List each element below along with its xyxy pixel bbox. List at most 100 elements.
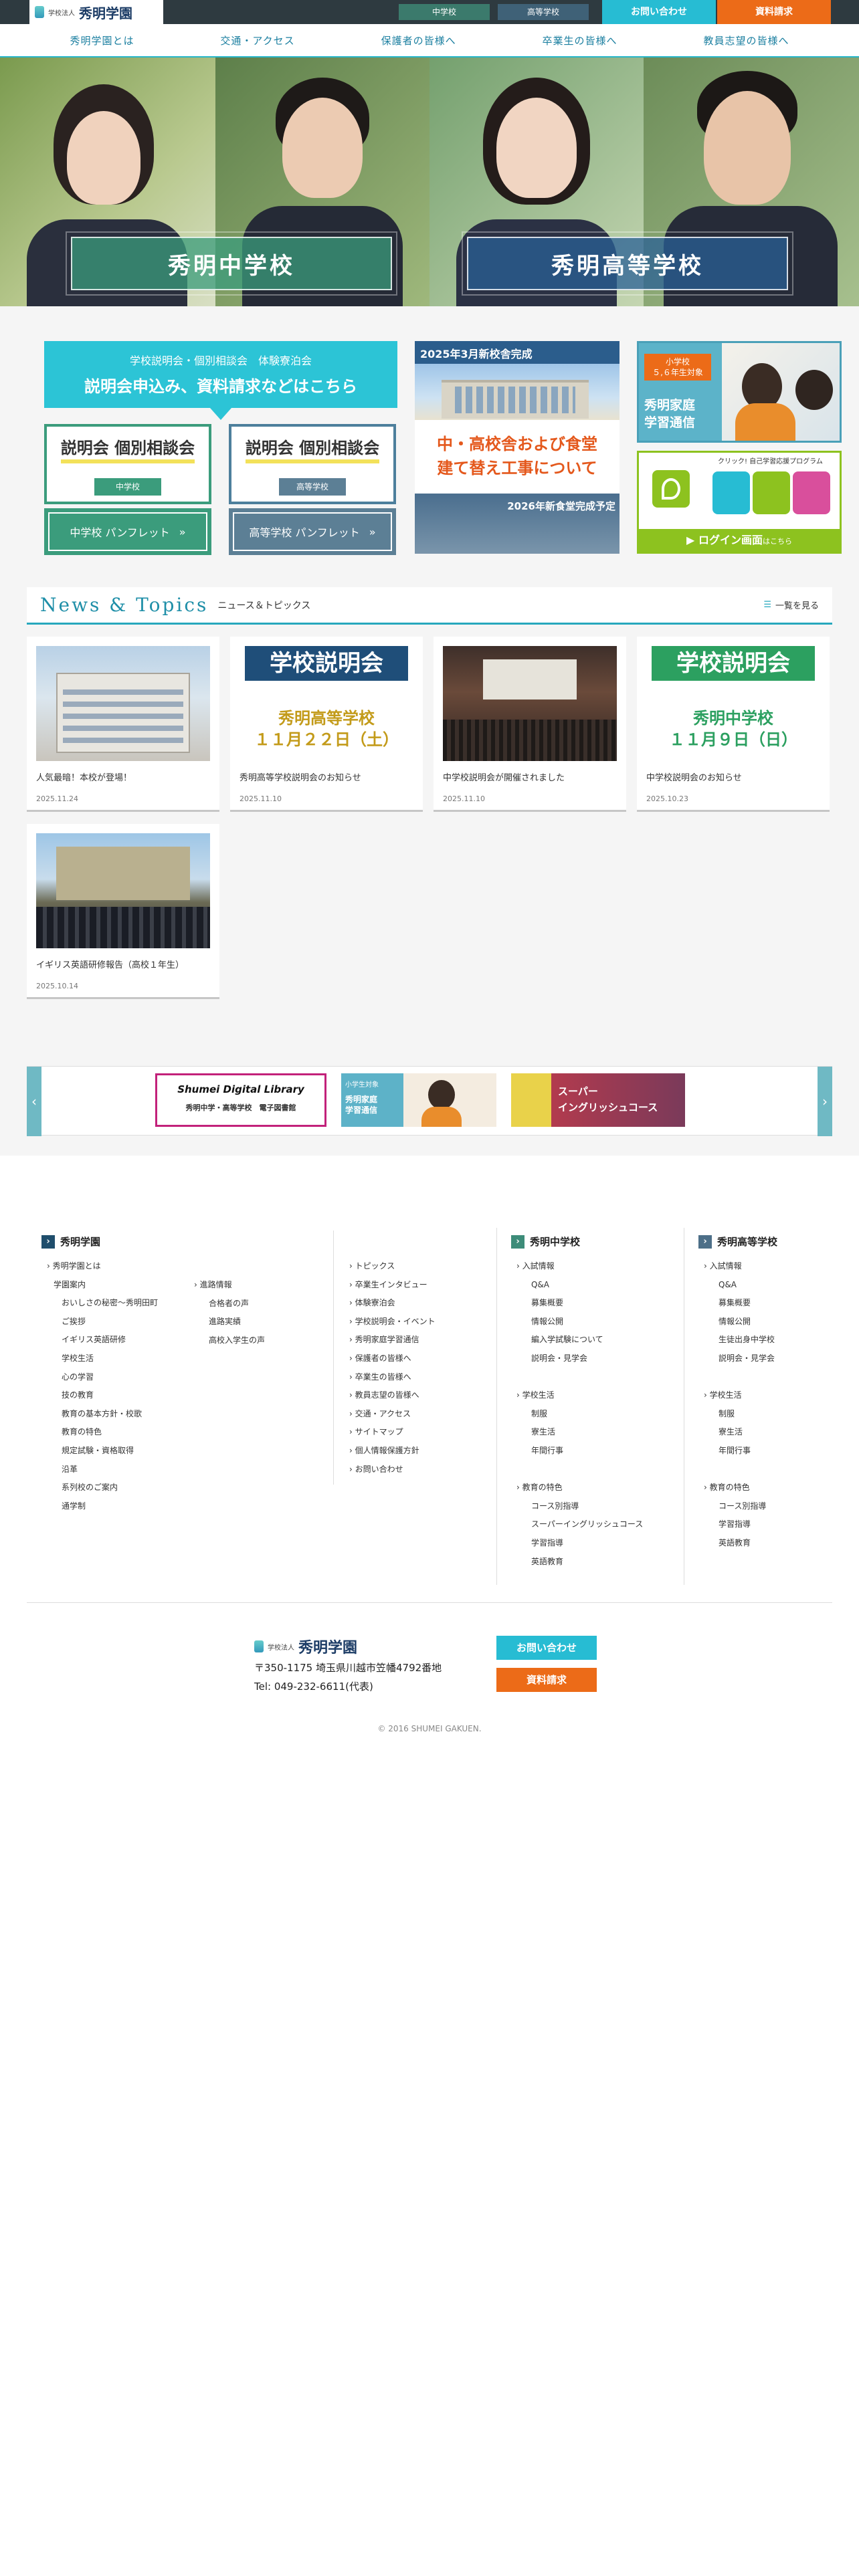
high-session-banner[interactable]: 説明会 個別相談会 高等学校 <box>229 424 396 504</box>
footer-link[interactable]: 情報公開 <box>516 1313 643 1331</box>
footer-link[interactable]: › 教員志望の皆様へ <box>349 1386 436 1405</box>
footer-link[interactable]: 英語教育 <box>704 1534 775 1553</box>
junior-school-link[interactable]: 中学校 <box>399 4 490 20</box>
footer-link[interactable]: 制服 <box>704 1405 775 1424</box>
footer-link[interactable]: おいしさの秘密〜秀明田町 <box>47 1294 158 1313</box>
footer-link[interactable]: 寮生活 <box>704 1423 775 1442</box>
footer-link[interactable]: › 進路情報 <box>194 1276 265 1295</box>
news-card[interactable]: イギリス英語研修報告（高校１年生） 2025.10.14 <box>27 824 219 999</box>
footer-link[interactable]: Q&A <box>704 1276 775 1295</box>
footer-link[interactable]: 規定試験・資格取得 <box>47 1442 158 1461</box>
footer-link[interactable]: › 学校説明会・イベント <box>349 1313 436 1331</box>
footer-link[interactable]: › 学校生活 <box>704 1386 775 1405</box>
footer-link[interactable]: › 卒業生インタビュー <box>349 1276 436 1295</box>
super-english-ad[interactable]: スーパー イングリッシュコース <box>511 1073 685 1127</box>
nav-access[interactable]: 交通・アクセス <box>220 33 294 47</box>
footer-link-label: コース別指導 <box>719 1501 767 1511</box>
nav-graduates[interactable]: 卒業生の皆様へ <box>543 33 617 47</box>
footer-link[interactable]: コース別指導 <box>704 1497 775 1516</box>
family-study-ad[interactable]: 小学生対象 秀明家庭 学習通信 <box>341 1073 496 1127</box>
footer-link[interactable]: コース別指導 <box>516 1497 643 1516</box>
high-pamphlet-banner[interactable]: 高等学校 パンフレット » <box>229 508 396 555</box>
footer-link[interactable]: Q&A <box>516 1276 643 1295</box>
footer-link[interactable]: 教育の特色 <box>47 1423 158 1442</box>
news-card[interactable]: 人気最暗！本校が登場！ 2025.11.24 <box>27 637 219 812</box>
footer-link[interactable]: › 秀明学園とは <box>47 1257 158 1276</box>
footer-link[interactable]: › 学校生活 <box>516 1386 643 1405</box>
footer-logo[interactable]: 学校法人 秀明学園 <box>254 1636 357 1657</box>
footer-link[interactable]: 年間行事 <box>704 1442 775 1461</box>
footer-link[interactable]: › トピックス <box>349 1257 436 1276</box>
footer-link[interactable]: 情報公開 <box>704 1313 775 1331</box>
footer-link[interactable]: 高校入学生の声 <box>194 1331 265 1350</box>
footer-gakuen-heading[interactable]: › 秀明学園 <box>41 1235 100 1249</box>
footer-link[interactable]: 英語教育 <box>516 1553 643 1572</box>
footer-link[interactable]: 説明会・見学会 <box>704 1350 775 1368</box>
hero-junior-label[interactable]: 秀明中学校 <box>66 231 397 296</box>
login-banner[interactable]: クリック! 自己学習応援プログラム ▶ ログイン画面はこちら <box>637 451 842 554</box>
footer-contact-button[interactable]: お問い合わせ <box>496 1636 597 1660</box>
footer-high-heading[interactable]: › 秀明高等学校 <box>698 1235 777 1249</box>
footer-link[interactable]: スーパーイングリッシュコース <box>516 1515 643 1534</box>
contact-button[interactable]: お問い合わせ <box>602 0 716 24</box>
footer-link[interactable]: 編入学試験について <box>516 1331 643 1350</box>
footer-link[interactable]: 学校生活 <box>47 1350 158 1368</box>
footer-link[interactable]: 系列校のご案内 <box>47 1479 158 1497</box>
request-docs-button[interactable]: 資料請求 <box>717 0 831 24</box>
footer-link[interactable]: › 入試情報 <box>516 1257 643 1276</box>
footer-link[interactable]: 通学制 <box>47 1497 158 1516</box>
footer-link[interactable]: 学園案内 <box>47 1276 158 1295</box>
footer-link[interactable]: › 入試情報 <box>704 1257 775 1276</box>
building-construction-banner[interactable]: 2025年3月新校舎完成 中・高校舎および食堂 建て替え工事について 2026年… <box>415 341 619 554</box>
nav-teachers[interactable]: 教員志望の皆様へ <box>703 33 789 47</box>
footer-link[interactable]: 説明会・見学会 <box>516 1350 643 1368</box>
footer-link[interactable]: 合格者の声 <box>194 1295 265 1313</box>
footer-link[interactable]: › 保護者の皆様へ <box>349 1350 436 1368</box>
briefing-application-banner[interactable]: 学校説明会・個別相談会 体験寮泊会 説明会申込み、資料請求などはこちら <box>44 341 397 420</box>
footer-link[interactable]: 進路実績 <box>194 1313 265 1331</box>
digital-library-ad[interactable]: Shumei Digital Library 秀明中学・高等学校 電子図書館 <box>155 1073 326 1127</box>
junior-pamphlet-banner[interactable]: 中学校 パンフレット » <box>44 508 211 555</box>
footer-link[interactable]: › 交通・アクセス <box>349 1405 436 1424</box>
news-more-link[interactable]: ☰ 一覧を見る <box>763 599 819 611</box>
footer-link[interactable]: 学習指導 <box>516 1534 643 1553</box>
family-study-banner[interactable]: 小学校 ５,６年生対象 秀明家庭 学習通信 <box>637 341 842 443</box>
hero-high-label[interactable]: 秀明高等学校 <box>462 231 793 296</box>
carousel-prev-button[interactable]: ‹ <box>27 1067 41 1136</box>
junior-session-banner[interactable]: 説明会 個別相談会 中学校 <box>44 424 211 504</box>
footer-link[interactable]: 教育の基本方針・校歌 <box>47 1405 158 1424</box>
footer-link[interactable]: 制服 <box>516 1405 643 1424</box>
footer-link[interactable]: 募集概要 <box>704 1294 775 1313</box>
footer-link[interactable]: › サイトマップ <box>349 1423 436 1442</box>
site-logo[interactable]: 学校法人 秀明学園 <box>29 0 163 24</box>
chevron-right-icon: › <box>516 1261 522 1271</box>
footer-link[interactable]: 沿革 <box>47 1461 158 1479</box>
footer-link[interactable]: › 秀明家庭学習通信 <box>349 1331 436 1350</box>
footer-link[interactable]: 生徒出身中学校 <box>704 1331 775 1350</box>
nav-about[interactable]: 秀明学園とは <box>70 33 134 47</box>
carousel-next-button[interactable]: › <box>818 1067 832 1136</box>
footer-link[interactable]: › 体験寮泊会 <box>349 1294 436 1313</box>
footer-link[interactable]: 心の学習 <box>47 1368 158 1387</box>
footer-link[interactable]: 年間行事 <box>516 1442 643 1461</box>
high-school-link[interactable]: 高等学校 <box>498 4 589 20</box>
footer-link[interactable]: › 教育の特色 <box>704 1479 775 1497</box>
footer-junior-heading[interactable]: › 秀明中学校 <box>511 1235 580 1249</box>
footer-link[interactable]: 技の教育 <box>47 1386 158 1405</box>
footer-link[interactable]: 学習指導 <box>704 1515 775 1534</box>
news-card[interactable]: 学校説明会 秀明高等学校 １１月２２日（土） 秀明高等学校説明会のお知らせ 20… <box>230 637 423 812</box>
news-card[interactable]: 学校説明会 秀明中学校 １１月９日（日） 中学校説明会のお知らせ 2025.10… <box>637 637 830 812</box>
footer-link[interactable]: › 教育の特色 <box>516 1479 643 1497</box>
news-card[interactable]: 中学校説明会が開催されました 2025.11.10 <box>434 637 626 812</box>
footer-link-label: ご挨拶 <box>62 1316 86 1326</box>
footer-link[interactable]: 募集概要 <box>516 1294 643 1313</box>
footer-link[interactable]: ご挨拶 <box>47 1313 158 1331</box>
footer-link[interactable]: › 卒業生の皆様へ <box>349 1368 436 1387</box>
footer-link[interactable]: › 個人情報保護方針 <box>349 1442 436 1461</box>
nav-parents[interactable]: 保護者の皆様へ <box>381 33 456 47</box>
footer-link[interactable]: 寮生活 <box>516 1423 643 1442</box>
footer-docs-button[interactable]: 資料請求 <box>496 1668 597 1692</box>
login-button[interactable]: ▶ ログイン画面はこちら <box>639 529 840 552</box>
footer-link[interactable]: › お問い合わせ <box>349 1461 436 1479</box>
footer-link[interactable]: イギリス英語研修 <box>47 1331 158 1350</box>
